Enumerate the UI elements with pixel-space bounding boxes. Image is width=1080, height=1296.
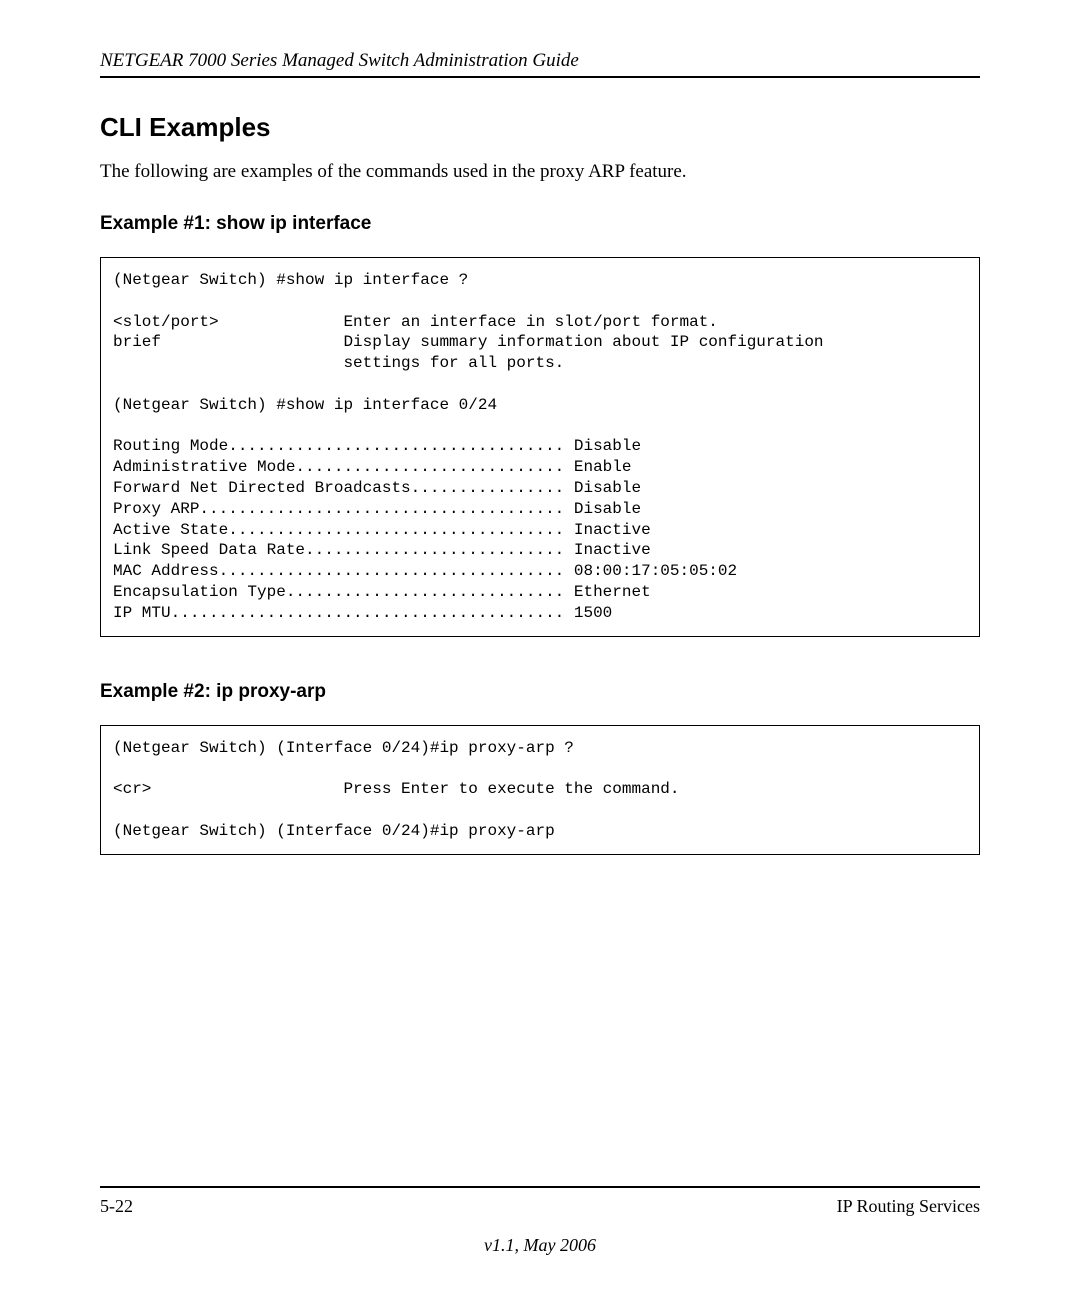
section-intro: The following are examples of the comman… (100, 161, 980, 183)
document-page: NETGEAR 7000 Series Managed Switch Admin… (0, 0, 1080, 1296)
example-1-title: Example #1: show ip interface (100, 213, 980, 235)
footer-rule (100, 1186, 980, 1188)
header-title: NETGEAR 7000 Series Managed Switch Admin… (100, 50, 980, 72)
footer-version: v1.1, May 2006 (100, 1235, 980, 1256)
section-title: CLI Examples (100, 112, 980, 143)
footer-line: 5-22 IP Routing Services (100, 1196, 980, 1217)
footer-pagenum: 5-22 (100, 1196, 133, 1217)
example-2-code: (Netgear Switch) (Interface 0/24)#ip pro… (100, 725, 980, 855)
header-rule (100, 76, 980, 78)
example-2-title: Example #2: ip proxy-arp (100, 681, 980, 703)
example-1-code: (Netgear Switch) #show ip interface ? <s… (100, 257, 980, 637)
footer-section: IP Routing Services (837, 1196, 980, 1217)
footer: 5-22 IP Routing Services v1.1, May 2006 (100, 1186, 980, 1256)
